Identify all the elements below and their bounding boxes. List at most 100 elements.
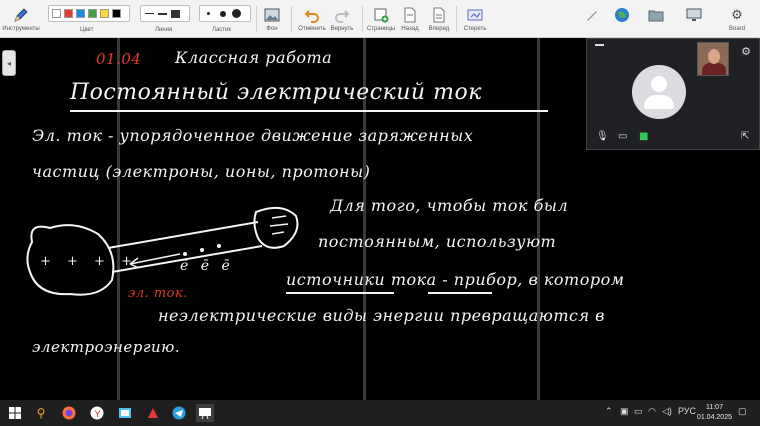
tools-label: Инструменты [2, 26, 40, 32]
volume-icon[interactable]: ◁) [662, 406, 672, 417]
color-swatch-green[interactable] [88, 9, 97, 18]
line-thick-option[interactable] [170, 9, 180, 18]
color-palette [48, 5, 130, 22]
board-date: 01.04 [96, 50, 142, 68]
participant-video-thumbnail[interactable] [697, 42, 729, 76]
chevron-up-icon[interactable]: ⌃ [605, 406, 613, 417]
line-thin-option[interactable] [144, 9, 154, 18]
board-line-sources: источники тока - прибор, в котором [286, 270, 625, 289]
yandex-browser-icon[interactable]: Y [88, 404, 106, 422]
pages-button[interactable]: Страницы [366, 0, 396, 38]
battery-icon[interactable]: ▭ [634, 406, 643, 417]
diagram-charges: + + + + [40, 254, 138, 269]
board-heading: Классная работа [175, 48, 333, 67]
add-page-icon [372, 6, 390, 24]
pages-label: Страницы [366, 26, 396, 32]
monitor-button[interactable] [682, 0, 706, 38]
system-clock[interactable]: 11:07 01.04.2025 [697, 403, 732, 423]
mic-icon[interactable]: 🎙 [596, 131, 609, 142]
color-swatch-white[interactable] [52, 9, 61, 18]
page-forward-icon [430, 6, 448, 24]
pdf-reader-icon[interactable] [144, 404, 162, 422]
undo-button[interactable]: Отменить [298, 0, 326, 38]
page-back-icon [401, 6, 419, 24]
eraser-large-option[interactable] [231, 8, 242, 19]
wifi-icon[interactable]: ◠ [648, 406, 656, 417]
background-icon [263, 6, 281, 24]
forward-button[interactable]: Вперед [426, 0, 452, 38]
messenger-icon[interactable] [170, 404, 188, 422]
board-settings-button[interactable]: ⚙ Board [722, 0, 752, 38]
erase-board-icon [466, 6, 484, 24]
globe-button[interactable] [610, 0, 634, 38]
eraser-label: Ластик [212, 27, 231, 33]
pen-tool-button[interactable] [580, 0, 604, 38]
line-label: Линия [155, 27, 173, 33]
exit-icon[interactable]: ⇱ [741, 131, 749, 142]
eraser-medium-option[interactable] [217, 8, 228, 19]
color-label: Цвет [80, 27, 94, 33]
current-underline [428, 292, 492, 294]
color-swatch-blue[interactable] [76, 9, 85, 18]
clock-time: 11:07 [705, 404, 723, 411]
board-topic: Постоянный электрический ток [70, 80, 482, 105]
board-line-condition: Для того, чтобы ток был [330, 196, 569, 215]
taskbar: ⚲ Y ⌃ ▣ ▭ ◠ ◁) РУС 11:07 01.04.2025 ▢ [0, 400, 760, 426]
toolbar: Инструменты Цвет Линия Ластик Фон Отмени… [0, 0, 760, 38]
board-line-electroenergy: электроэнергию. [32, 338, 181, 356]
redo-label: Вернуть [330, 26, 354, 32]
windows-start-icon[interactable] [6, 404, 24, 422]
board-label: Board [728, 26, 745, 32]
gear-icon[interactable]: ⚙ [741, 45, 751, 58]
board-line-particles: частиц (электроны, ионы, протоны) [32, 162, 371, 181]
diagram-electrons: ē ē ē [180, 258, 234, 274]
camera-icon[interactable]: ▭ [618, 131, 627, 142]
call-controls: 🎙 ▭ ■ ⇱ [587, 125, 760, 149]
video-call-window[interactable]: ⚙ 🎙 ▭ ■ ⇱ [586, 38, 760, 150]
color-swatch-yellow[interactable] [100, 9, 109, 18]
settings-icon: ⚙ [731, 7, 743, 23]
eraser-size-group [199, 5, 251, 22]
eraser-small-option[interactable] [203, 8, 214, 19]
back-label: Назад [401, 26, 419, 32]
redo-button[interactable]: Вернуть [328, 0, 356, 38]
whiteboard-app-icon[interactable] [196, 404, 214, 422]
tools-button[interactable]: Инструменты [2, 0, 40, 38]
share-screen-icon[interactable]: ■ [639, 131, 648, 142]
call-header [587, 39, 760, 55]
line-medium-option[interactable] [157, 9, 167, 18]
firefox-icon[interactable] [60, 404, 78, 422]
app-window: Инструменты Цвет Линия Ластик Фон Отмени… [0, 0, 760, 426]
erase-board-button[interactable]: Стереть [460, 0, 490, 38]
background-button[interactable]: Фон [260, 0, 284, 38]
page-divider [537, 38, 540, 400]
svg-text:Y: Y [95, 409, 101, 419]
back-button[interactable]: Назад [398, 0, 422, 38]
avatar [632, 65, 686, 119]
board-line-constant: постоянным, используют [318, 232, 557, 251]
monitor-icon [685, 6, 703, 24]
color-swatch-red[interactable] [64, 9, 73, 18]
folder-button[interactable] [644, 0, 668, 38]
board-line-definition: Эл. ток - упорядоченное движение заряжен… [32, 126, 474, 145]
redo-icon [333, 6, 351, 24]
color-swatch-black[interactable] [112, 9, 121, 18]
search-icon[interactable]: ⚲ [32, 404, 50, 422]
network-icon[interactable]: ▣ [620, 406, 629, 417]
globe-icon [613, 6, 631, 24]
pencil-icon [583, 6, 601, 24]
topic-underline [70, 110, 548, 112]
forward-label: Вперед [428, 26, 450, 32]
files-icon[interactable] [116, 404, 134, 422]
left-panel-handle[interactable]: ◂ [2, 50, 16, 76]
notifications-icon[interactable]: ▢ [738, 406, 747, 417]
line-width-group [140, 5, 190, 22]
pen-icon [12, 6, 30, 24]
background-label: Фон [266, 26, 278, 32]
clock-date: 01.04.2025 [696, 414, 732, 421]
language-indicator[interactable]: РУС [678, 406, 696, 416]
undo-label: Отменить [298, 26, 326, 32]
chevron-left-icon: ◂ [6, 58, 11, 68]
erase-label: Стереть [463, 26, 487, 32]
minimize-icon[interactable] [595, 44, 604, 46]
